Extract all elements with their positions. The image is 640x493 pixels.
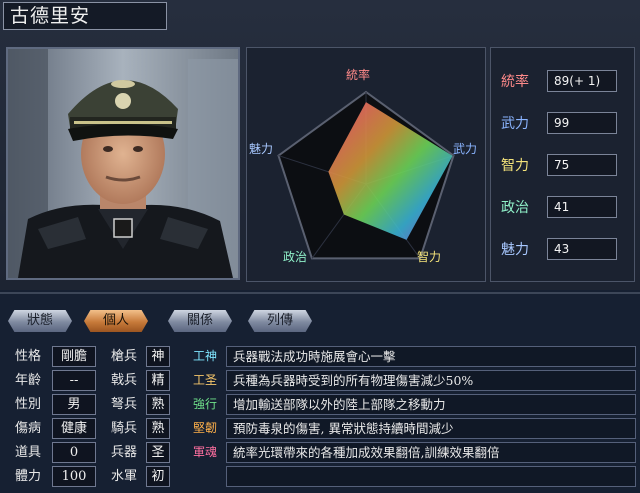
aptitude-value: 神 [146,346,170,367]
personal-label: 性別 [14,397,41,412]
aptitude-label: 騎兵 [110,421,137,436]
personal-value: 剛膽 [52,346,96,367]
stat-row-zhili: 智力 75 [491,154,636,178]
stat-label: 武力 [501,116,529,132]
skill-tag[interactable]: 工圣 [187,370,223,391]
character-name: 古德里安 [3,2,167,30]
stat-row-wuli: 武力 99 [491,112,636,136]
stat-label: 智力 [501,158,529,174]
tab-label: 列傳 [266,313,293,328]
personal-value: 100 [52,466,96,487]
aptitude-label: 戟兵 [110,373,137,388]
aptitude-label: 弩兵 [110,397,137,412]
skill-description: 預防毒泉的傷害, 異常狀態持續時間減少 [226,418,636,439]
stat-value: 89(+ 1) [547,70,617,92]
radar-label-meili: 魅力 [249,142,274,156]
info-row: 年齡 -- 戟兵精工圣 兵種為兵器時受到的所有物理傷害減少50% [0,370,640,392]
personal-value: 0 [52,442,96,463]
tab-status[interactable]: 狀態 [8,310,72,332]
skill-tag[interactable]: 堅韌 [187,418,223,439]
stat-label: 魅力 [501,242,529,258]
stat-row-meili: 魅力 43 [491,238,636,262]
aptitude-label: 水軍 [110,469,137,484]
personal-label: 道具 [14,445,41,460]
tab-biography[interactable]: 列傳 [248,310,312,332]
personal-value: 健康 [52,418,96,439]
info-row: 道具 0 兵器圣軍魂 統率光環帶來的各種加成效果翻倍,訓練效果翻倍 [0,442,640,464]
personal-value: 男 [52,394,96,415]
aptitude-label: 兵器 [110,445,137,460]
skill-tag[interactable]: 強行 [187,394,223,415]
radar-label-tongshuai: 統率 [346,68,371,82]
stat-value: 43 [547,238,617,260]
skill-description: 兵器戰法成功時施展會心一擊 [226,346,636,367]
character-portrait [6,47,240,280]
personal-value: -- [52,370,96,391]
info-row: 體力 100 水軍初 [0,466,640,488]
skill-description: 兵種為兵器時受到的所有物理傷害減少50% [226,370,636,391]
aptitude-value: 精 [146,370,170,391]
stat-label: 統率 [501,74,529,90]
radar-label-zhili: 智力 [417,250,442,264]
stat-label: 政治 [501,200,529,216]
stat-value: 75 [547,154,617,176]
tab-personal[interactable]: 個人 [84,310,148,332]
skill-description: 統率光環帶來的各種加成效果翻倍,訓練效果翻倍 [226,442,636,463]
personal-label: 年齡 [14,373,41,388]
info-row: 性格 剛膽 槍兵神工神 兵器戰法成功時施展會心一擊 [0,346,640,368]
radar-label-zhengzhi: 政治 [283,250,308,264]
stat-value: 41 [547,196,617,218]
personal-label: 傷病 [14,421,41,436]
stat-value: 99 [547,112,617,134]
skill-description [226,466,636,487]
aptitude-value: 圣 [146,442,170,463]
aptitude-value: 熟 [146,394,170,415]
tab-relations[interactable]: 關係 [168,310,232,332]
aptitude-label: 槍兵 [110,349,137,364]
skill-tag[interactable]: 軍魂 [187,442,223,463]
tab-label: 關係 [186,313,213,328]
info-row: 性別男弩兵熟強行 增加輸送部隊以外的陸上部隊之移動力 [0,394,640,416]
tab-label: 狀態 [26,313,53,328]
skill-tag[interactable]: 工神 [187,346,223,367]
aptitude-value: 熟 [146,418,170,439]
skill-description: 增加輸送部隊以外的陸上部隊之移動力 [226,394,636,415]
skill-tag[interactable] [187,466,223,487]
personal-label: 性格 [14,349,41,364]
stat-row-tongshuai: 統率 89(+ 1) [491,70,636,94]
tab-label: 個人 [102,313,129,328]
personal-label: 體力 [14,469,41,484]
attribute-radar-chart: 統率 武力 智力 政治 魅力 [246,47,486,282]
stat-row-zhengzhi: 政治 41 [491,196,636,220]
radar-label-wuli: 武力 [453,142,478,156]
section-divider [0,292,640,294]
portrait-image [8,49,238,278]
attribute-stats-panel: 統率 89(+ 1) 武力 99 智力 75 政治 41 魅力 43 [490,47,635,282]
info-row: 傷病 健康 騎兵熟堅韌 預防毒泉的傷害, 異常狀態持續時間減少 [0,418,640,440]
aptitude-value: 初 [146,466,170,487]
